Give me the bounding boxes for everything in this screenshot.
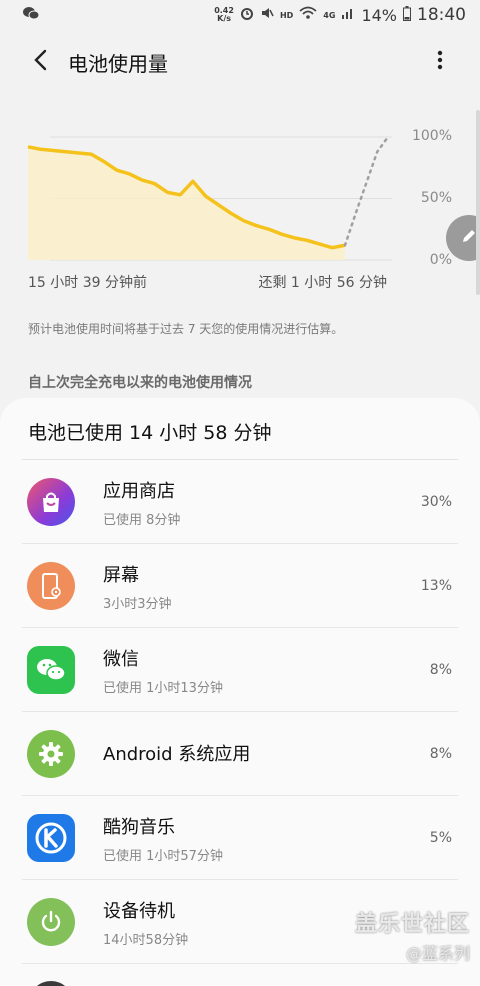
app-usage-time: 已使用 8分钟	[103, 512, 181, 528]
app-text: 酷狗音乐 已使用 1小时57分钟	[103, 813, 223, 864]
app-usage-time: 14小时58分钟	[103, 932, 189, 948]
y-tick-label: 0%	[429, 252, 452, 268]
app-percent: 8%	[429, 746, 452, 762]
app-percent: 30%	[420, 494, 452, 510]
app-text: 屏幕 3小时3分钟	[103, 561, 172, 612]
app-name: Android 系统应用	[103, 744, 251, 765]
battery-icon	[403, 5, 411, 25]
watermark-sub: @蓝系列	[405, 944, 470, 963]
status-bar: 0.42 K/s HD 4G 14% 18:40	[0, 0, 480, 30]
chart-start-label: 15 小时 39 分钟前	[28, 275, 147, 291]
battery-area-fill	[28, 146, 345, 260]
app-text: 应用商店 已使用 8分钟	[103, 477, 180, 528]
watermark: 盖乐世社区 @蓝系列	[355, 906, 470, 964]
app-bar: 电池使用量	[0, 38, 480, 86]
app-row-kugou-music[interactable]: 酷狗音乐 已使用 1小时57分钟 5%	[0, 796, 480, 880]
y-tick-label: 100%	[411, 128, 452, 144]
more-options-button[interactable]	[422, 44, 458, 80]
app-name: 屏幕	[103, 564, 139, 586]
app-percent: 5%	[429, 830, 452, 846]
battery-percent: 14%	[361, 5, 397, 25]
kugou-icon	[27, 814, 75, 862]
screen-icon	[27, 562, 75, 610]
estimate-hint: 预计电池使用时间将基于过去 7 天您的使用情况进行估算。	[28, 322, 344, 336]
back-button[interactable]	[18, 40, 62, 84]
signal-icon	[341, 6, 355, 24]
gear-icon	[27, 730, 75, 778]
app-percent: 13%	[420, 578, 452, 594]
app-text: 微信 已使用 1小时13分钟	[103, 645, 223, 696]
app-text: 设备待机 14小时58分钟	[103, 897, 188, 948]
battery-prediction-line	[343, 135, 390, 247]
app-row-app-store[interactable]: 应用商店 已使用 8分钟 30%	[0, 460, 480, 544]
back-arrow-icon	[33, 49, 47, 75]
mute-icon	[260, 6, 274, 24]
status-bar-left	[22, 6, 40, 24]
app-usage-time: 已使用 1小时57分钟	[103, 848, 223, 864]
usage-card: 电池已使用 14 小时 58 分钟 应用商店 已使用 8分钟 30% 屏幕 3小…	[0, 398, 480, 986]
app-percent: 8%	[429, 662, 452, 678]
app-row-screen[interactable]: 屏幕 3小时3分钟 13%	[0, 544, 480, 628]
power-icon	[27, 898, 75, 946]
net-speed-unit: K/s	[217, 14, 232, 23]
more-vert-icon	[437, 50, 443, 74]
app-usage-time: 3小时3分钟	[103, 596, 172, 612]
network-type-label: 4G	[323, 10, 336, 20]
net-speed-indicator: 0.42 K/s	[214, 7, 234, 23]
y-tick-label: 50%	[420, 190, 452, 206]
watermark-main: 盖乐世社区	[354, 912, 470, 937]
page-title: 电池使用量	[68, 51, 168, 76]
app-row-wechat[interactable]: 微信 已使用 1小时13分钟 8%	[0, 628, 480, 712]
battery-chart: 100% 50% 0% 15 小时 39 分钟前 还剩 1 小时 56 分钟	[0, 110, 480, 300]
scrollbar[interactable]	[476, 110, 480, 295]
battery-chart-svg	[27, 135, 392, 261]
app-text: Android 系统应用	[103, 740, 250, 766]
app-icon-partial	[29, 981, 73, 986]
app-name: 酷狗音乐	[103, 816, 175, 838]
shopping-bag-icon	[27, 478, 75, 526]
app-name: 微信	[103, 648, 139, 670]
usage-summary: 电池已使用 14 小时 58 分钟	[28, 422, 272, 444]
app-usage-time: 已使用 1小时13分钟	[103, 680, 223, 696]
section-title: 自上次完全充电以来的电池使用情况	[28, 375, 252, 391]
alarm-icon	[240, 6, 254, 24]
app-name: 应用商店	[103, 480, 175, 502]
wechat-notification-icon	[22, 6, 40, 24]
hd-indicator: HD	[279, 10, 294, 20]
chart-end-label: 还剩 1 小时 56 分钟	[258, 275, 387, 291]
wifi-icon	[299, 6, 317, 24]
app-name: 设备待机	[103, 900, 175, 922]
status-bar-right: 0.42 K/s HD 4G 14% 18:40	[214, 5, 466, 25]
app-row-android-system[interactable]: Android 系统应用 8%	[0, 712, 480, 796]
wechat-icon	[27, 646, 75, 694]
clock: 18:40	[417, 5, 466, 25]
